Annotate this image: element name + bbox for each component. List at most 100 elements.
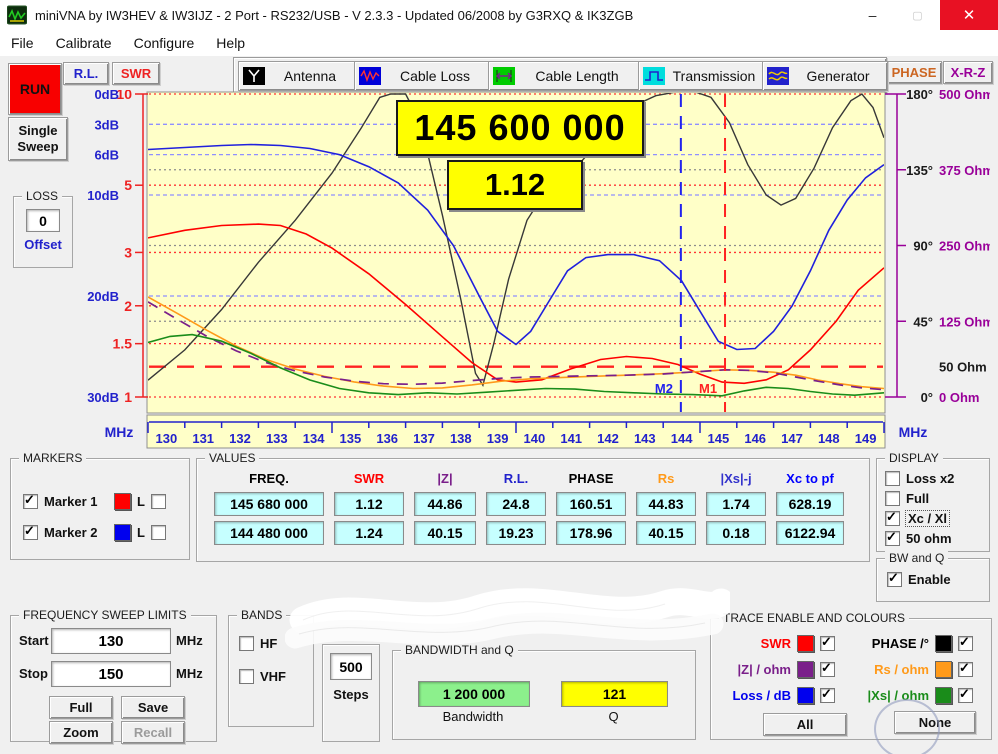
swr-scale-label: 1.5 — [113, 336, 133, 352]
display-checkbox[interactable] — [885, 511, 900, 526]
trace-label: |Xs| / ohm — [851, 688, 929, 703]
sweep-group-title: FREQUENCY SWEEP LIMITS — [19, 608, 191, 622]
display-checkbox[interactable] — [885, 471, 900, 486]
marker-checkbox[interactable] — [23, 494, 38, 509]
swr-scale-label: 2 — [124, 298, 132, 314]
values-column-header: |Z| — [437, 471, 452, 487]
trace-checkbox[interactable] — [958, 636, 973, 651]
menubar: FileCalibrateConfigureHelp — [0, 30, 998, 56]
display-label: 50 ohm — [906, 531, 952, 546]
sweep-save-button[interactable]: Save — [121, 696, 185, 719]
trace-color-swatch[interactable] — [797, 661, 814, 678]
marker-checkbox[interactable] — [23, 525, 38, 540]
bwq-group-title: BW and Q — [885, 551, 948, 565]
menu-configure[interactable]: Configure — [123, 30, 206, 56]
q-value: 121 — [561, 681, 668, 707]
sweep-full-button[interactable]: Full — [49, 696, 113, 719]
bwq-enable-checkbox[interactable] — [887, 572, 902, 587]
run-button[interactable]: RUN — [8, 63, 62, 115]
bwq-enable-row: Enable — [887, 572, 951, 587]
trace-color-swatch[interactable] — [797, 687, 814, 704]
cable-length-button[interactable]: Cable Length — [488, 61, 640, 91]
trace-row-zohm: |Z| / ohm — [725, 661, 835, 678]
loss-offset-link[interactable]: Offset — [14, 237, 72, 252]
x-axis-unit-right: MHz — [899, 424, 928, 440]
transmission-button[interactable]: Transmission — [638, 61, 764, 91]
loss-offset-field[interactable]: 0 — [26, 209, 60, 232]
tab-phase[interactable]: PHASE — [886, 61, 942, 84]
menu-calibrate[interactable]: Calibrate — [45, 30, 123, 56]
cable-loss-button[interactable]: Cable Loss — [354, 61, 490, 91]
display-item-lossx2: Loss x2 — [885, 471, 954, 486]
bwq-group: BW and Q Enable — [876, 558, 990, 602]
x-axis-tick-label: 130 — [156, 431, 178, 446]
trace-label: Loss / dB — [725, 688, 791, 703]
marker-l-checkbox[interactable] — [151, 525, 166, 540]
trace-color-swatch[interactable] — [935, 635, 952, 652]
tab-swr[interactable]: SWR — [112, 62, 160, 85]
value-cell: 628.19 — [776, 492, 844, 516]
trace-checkbox[interactable] — [820, 688, 835, 703]
trace-row-swr: SWR — [725, 635, 835, 652]
trace-label: SWR — [725, 636, 791, 651]
values-column-header: Rs — [658, 471, 675, 487]
tab-xrz[interactable]: X-R-Z — [943, 61, 993, 84]
ohm-scale-label: 0 Ohm — [939, 390, 979, 405]
marker-label: Marker 2 — [44, 525, 108, 540]
steps-label: Steps — [323, 687, 379, 702]
ohm-scale-label: 500 Ohm — [939, 90, 990, 102]
value-cell: 19.23 — [486, 521, 546, 545]
toolbar-button-label: Cable Loss — [387, 68, 489, 84]
display-item-xcxl: Xc / Xl — [885, 511, 949, 526]
trace-none-button[interactable]: None — [894, 711, 976, 734]
trace-color-swatch[interactable] — [797, 635, 814, 652]
x-axis-tick-label: 143 — [634, 431, 656, 446]
swr-scale-label: 3 — [124, 244, 132, 260]
maximize-button[interactable]: ▢ — [895, 0, 940, 30]
menu-file[interactable]: File — [0, 30, 45, 56]
sweep-zoom-button[interactable]: Zoom — [49, 721, 113, 744]
band-checkbox[interactable] — [239, 669, 254, 684]
trace-label: Rs / ohm — [851, 662, 929, 677]
sweep-stop-field[interactable]: 150 — [51, 661, 171, 687]
generator-button[interactable]: Generator — [762, 61, 888, 91]
band-checkbox[interactable] — [239, 636, 254, 651]
toolbar-button-label: Antenna — [271, 68, 355, 84]
trace-all-button[interactable]: All — [763, 713, 847, 736]
x-axis-tick-label: 147 — [781, 431, 803, 446]
display-checkbox[interactable] — [885, 531, 900, 546]
minimize-button[interactable]: – — [850, 0, 895, 30]
trace-color-swatch[interactable] — [935, 687, 952, 704]
steps-field[interactable]: 500 — [330, 653, 372, 680]
trace-checkbox[interactable] — [958, 662, 973, 677]
ohm-scale-label: 375 Ohm — [939, 163, 990, 178]
x-axis-tick-label: 138 — [450, 431, 472, 446]
x-axis-tick-label: 148 — [818, 431, 840, 446]
trace-checkbox[interactable] — [820, 636, 835, 651]
single-sweep-button[interactable]: Single Sweep — [8, 117, 68, 161]
trace-checkbox[interactable] — [958, 688, 973, 703]
loss-group: LOSS 0 Offset — [13, 196, 73, 268]
close-button[interactable]: ✕ — [940, 0, 998, 30]
app-icon — [7, 5, 27, 25]
menu-help[interactable]: Help — [205, 30, 256, 56]
marker-color-swatch[interactable] — [114, 524, 131, 541]
antenna-icon — [243, 67, 265, 85]
marker-row: Marker 1L — [23, 493, 166, 510]
sweep-start-field[interactable]: 130 — [51, 628, 171, 654]
marker-color-swatch[interactable] — [114, 493, 131, 510]
bandwidth-group: BANDWIDTH and Q 1 200 000 Bandwidth 121 … — [392, 650, 696, 740]
swr-scale-label: 5 — [124, 177, 132, 193]
trace-color-swatch[interactable] — [935, 661, 952, 678]
tab-rl[interactable]: R.L. — [63, 62, 109, 85]
display-checkbox[interactable] — [885, 491, 900, 506]
antenna-button[interactable]: Antenna — [238, 61, 356, 91]
marker-l-checkbox[interactable] — [151, 494, 166, 509]
value-cell: 44.83 — [636, 492, 696, 516]
display-group: DISPLAY Loss x2FullXc / Xl50 ohm — [876, 458, 990, 552]
trace-checkbox[interactable] — [820, 662, 835, 677]
bands-group-title: BANDS — [237, 608, 286, 622]
transmission-icon — [643, 67, 665, 85]
steps-panel: 500 Steps — [322, 644, 380, 742]
value-cell: 160.51 — [556, 492, 626, 516]
